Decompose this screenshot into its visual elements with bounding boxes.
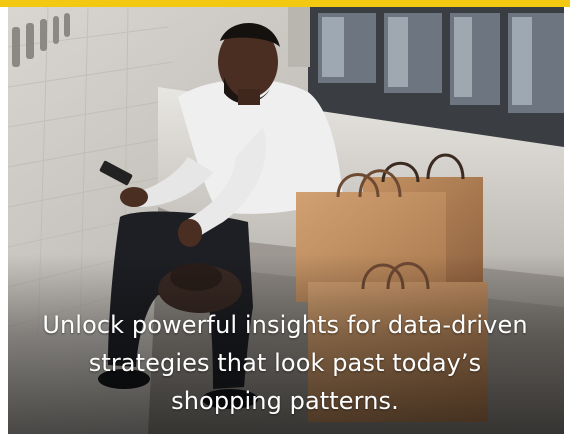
promo-caption: Unlock powerful insights for data-driven… — [42, 311, 528, 415]
accent-strip — [0, 0, 570, 7]
promo-card: Unlock powerful insights for data-driven… — [0, 0, 570, 434]
